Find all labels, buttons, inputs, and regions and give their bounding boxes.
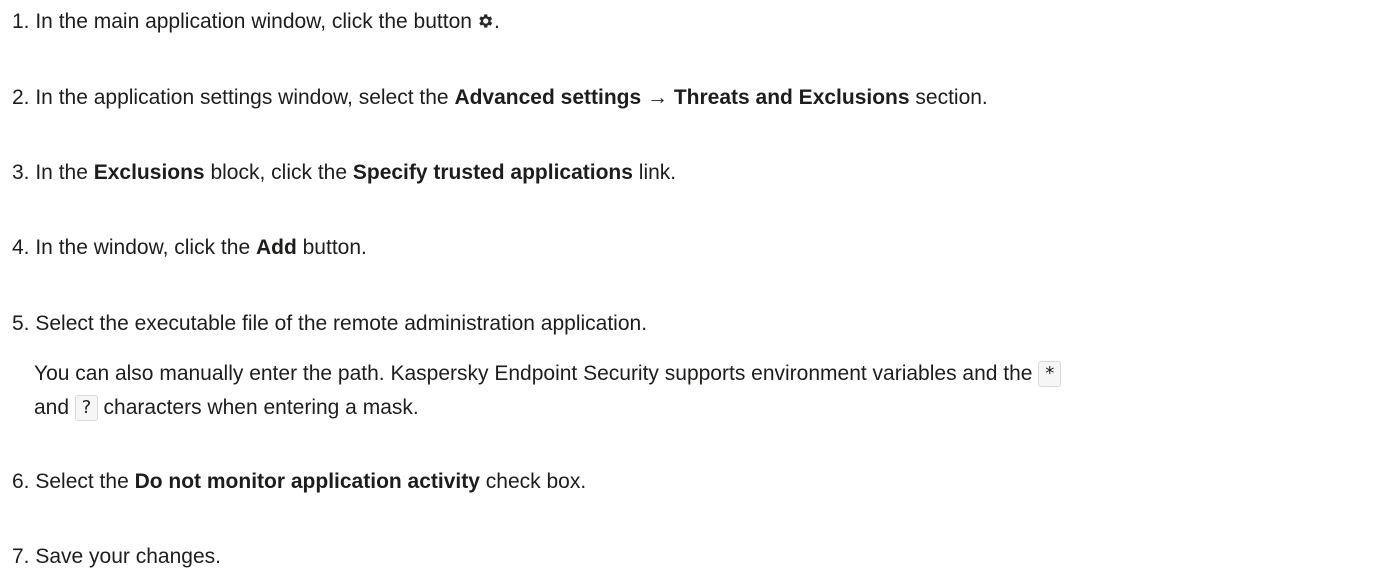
step-text: In the window, click the <box>29 236 256 259</box>
step-1: 1. In the main application window, click… <box>12 7 500 37</box>
step-text: Select the executable file of the remote… <box>29 312 648 335</box>
question-mark-code: ? <box>74 395 98 421</box>
step-text-end: section. <box>909 86 988 109</box>
step-5: 5. Select the executable file of the rem… <box>12 309 647 339</box>
step-number: 5. <box>12 312 30 335</box>
note-text-end: characters when entering a mask. <box>97 396 419 419</box>
step-2: 2. In the application settings window, s… <box>12 83 988 113</box>
settings-section-path: Advanced settings → Threats and Exclusio… <box>454 86 910 109</box>
instructions-document: 1. In the main application window, click… <box>0 0 1383 576</box>
step-7: 7. Save your changes. <box>12 542 221 572</box>
step-number: 4. <box>12 236 30 259</box>
asterisk-code: * <box>1038 361 1062 387</box>
step-3: 3. In the Exclusions block, click the Sp… <box>12 158 676 188</box>
step-text-end: link. <box>632 161 677 184</box>
step-5-note: You can also manually enter the path. Ka… <box>34 357 1374 425</box>
gear-icon <box>479 14 493 28</box>
checkbox-name: Do not monitor application activity <box>134 470 480 493</box>
step-number: 7. <box>12 545 30 568</box>
step-text-middle: block, click the <box>204 161 353 184</box>
step-number: 1. <box>12 10 30 33</box>
step-number: 3. <box>12 161 30 184</box>
step-number: 6. <box>12 470 30 493</box>
step-text: In the application settings window, sele… <box>29 86 455 109</box>
add-button-name: Add <box>255 236 297 259</box>
step-text-end: . <box>493 10 500 33</box>
step-text: In the main application window, click th… <box>29 10 472 33</box>
step-6: 6. Select the Do not monitor application… <box>12 467 586 497</box>
exclusions-block-name: Exclusions <box>93 161 205 184</box>
step-4: 4. In the window, click the Add button. <box>12 233 367 263</box>
step-number: 2. <box>12 86 30 109</box>
specify-trusted-link-name: Specify trusted applications <box>352 161 633 184</box>
step-text: In the <box>29 161 94 184</box>
step-text: Select the <box>29 470 135 493</box>
step-text-end: check box. <box>479 470 587 493</box>
step-text: Save your changes. <box>29 545 221 568</box>
note-text: You can also manually enter the path. Ka… <box>34 362 1039 385</box>
step-text-end: button. <box>296 236 367 259</box>
note-text-middle: and <box>34 396 75 419</box>
